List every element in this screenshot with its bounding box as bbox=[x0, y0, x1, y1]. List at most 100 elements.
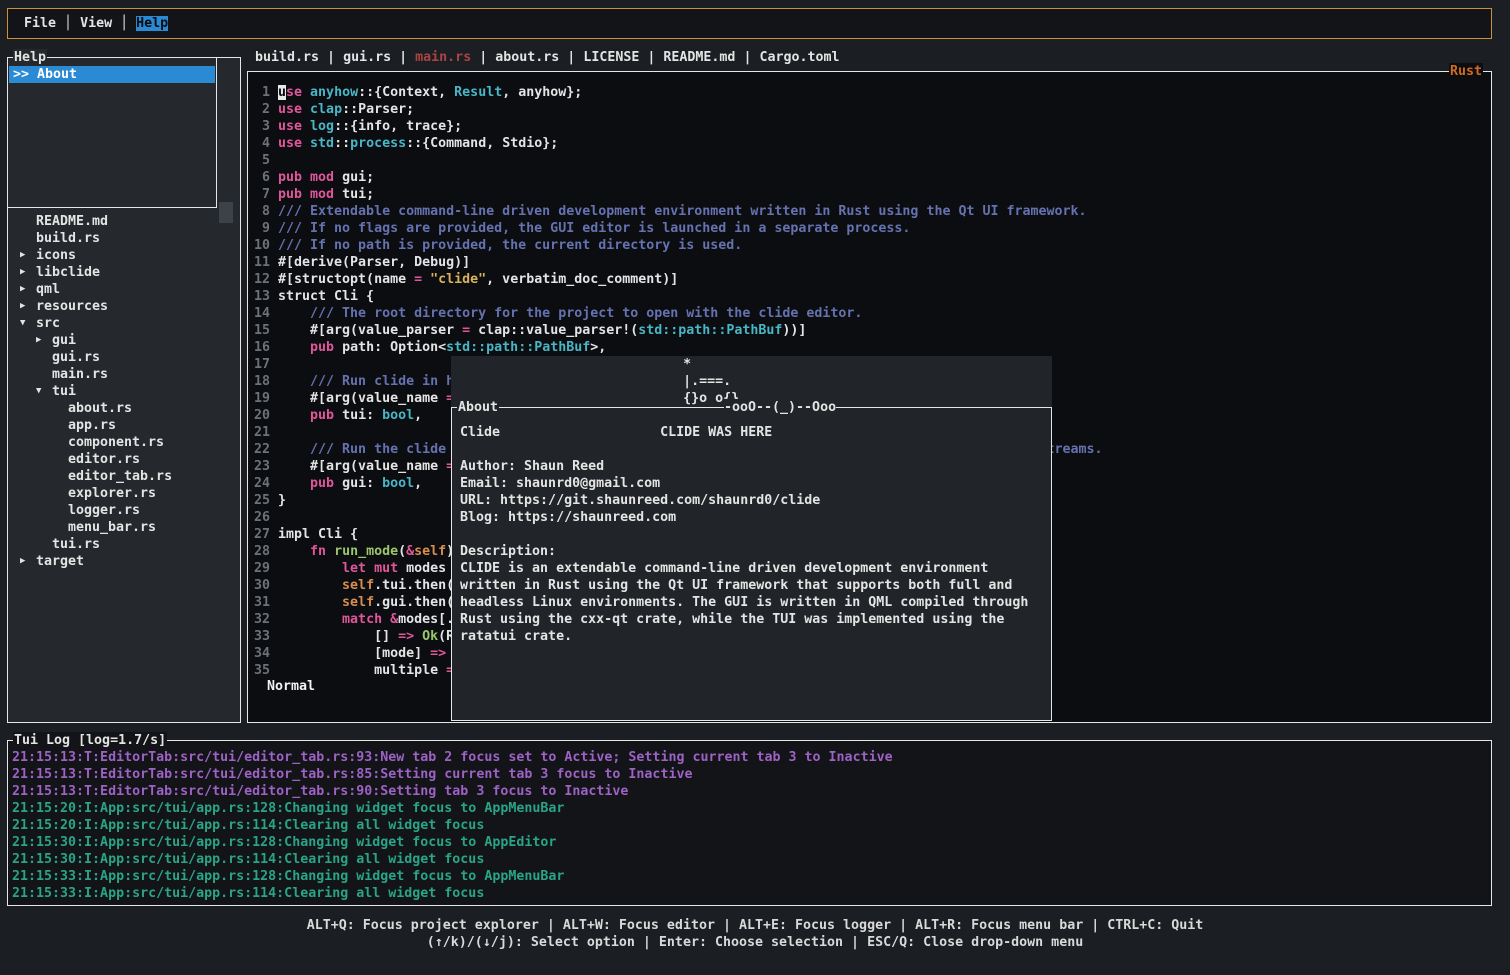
tree-item-explorer-rs[interactable]: explorer.rs bbox=[8, 485, 238, 502]
code-token: pub bbox=[310, 408, 334, 423]
code-token bbox=[302, 170, 310, 185]
code-token bbox=[302, 85, 310, 100]
code-token: path: Option< bbox=[334, 340, 446, 355]
tab-separator: | bbox=[391, 50, 415, 65]
line-number: 23 bbox=[249, 458, 270, 475]
line-number: 22 bbox=[249, 441, 270, 458]
tree-item-editor_tab-rs[interactable]: editor_tab.rs bbox=[8, 468, 238, 485]
code-line: 9/// If no flags are provided, the GUI e… bbox=[249, 220, 910, 237]
code-token: [] bbox=[278, 629, 398, 644]
about-popup-body: Clide CLIDE WAS HERE Author: Shaun Reed … bbox=[460, 424, 1028, 645]
tab-about-rs[interactable]: about.rs bbox=[495, 50, 559, 65]
tab-build-rs[interactable]: build.rs bbox=[255, 50, 319, 65]
tree-item-editor-rs[interactable]: editor.rs bbox=[8, 451, 238, 468]
tree-item-main-rs[interactable]: main.rs bbox=[8, 366, 238, 383]
tree-item-libclide[interactable]: ▶libclide bbox=[8, 264, 238, 281]
log-panel[interactable]: Tui Log [log=1.7/s] 21:15:13:T:EditorTab… bbox=[7, 740, 1492, 906]
chevron-right-icon: ▶ bbox=[20, 264, 36, 281]
code-token: run_mode bbox=[334, 544, 398, 559]
code-token: mod bbox=[310, 170, 334, 185]
tree-item-gui[interactable]: ▶gui bbox=[8, 332, 238, 349]
code-token: & bbox=[390, 612, 398, 627]
editor-tab-bar: build.rs | gui.rs | main.rs | about.rs |… bbox=[255, 49, 840, 66]
tree-item-src[interactable]: ▼src bbox=[8, 315, 238, 332]
code-token: Result bbox=[454, 85, 502, 100]
tree-item-tui-rs[interactable]: tui.rs bbox=[8, 536, 238, 553]
code-token: gui; bbox=[334, 170, 374, 185]
tree-item-build-rs[interactable]: build.rs bbox=[8, 230, 238, 247]
tab-main-rs[interactable]: main.rs bbox=[415, 50, 471, 65]
tree-item-label: editor_tab.rs bbox=[68, 469, 172, 484]
code-token bbox=[422, 272, 430, 287]
code-token: process bbox=[350, 136, 406, 151]
line-number: 11 bbox=[249, 254, 270, 271]
explorer-scrollbar-thumb[interactable] bbox=[219, 202, 233, 223]
code-line: 13struct Cli { bbox=[249, 288, 374, 305]
line-number: 6 bbox=[249, 169, 270, 186]
line-number: 16 bbox=[249, 339, 270, 356]
line-number: 19 bbox=[249, 390, 270, 407]
line-number: 26 bbox=[249, 509, 270, 526]
code-token: [mode] bbox=[278, 646, 430, 661]
code-line: 27impl Cli { bbox=[249, 526, 358, 543]
help-dropdown-title: Help bbox=[13, 49, 47, 66]
tab-README-md[interactable]: README.md bbox=[663, 50, 735, 65]
line-number: 7 bbox=[249, 186, 270, 203]
code-line: 11#[derive(Parser, Debug)] bbox=[249, 254, 470, 271]
tree-item-qml[interactable]: ▶qml bbox=[8, 281, 238, 298]
menu-item-view[interactable]: View bbox=[80, 16, 112, 31]
tree-item-label: libclide bbox=[36, 265, 100, 280]
code-line: 21 bbox=[249, 424, 278, 441]
code-token: tui: bbox=[334, 408, 382, 423]
menu-separator: │ bbox=[56, 16, 80, 31]
log-line: 21:15:33:I:App:src/tui/app.rs:114:Cleari… bbox=[12, 885, 893, 902]
code-line: 14 /// The root directory for the projec… bbox=[249, 305, 862, 322]
code-token: /// The root directory for the project t… bbox=[278, 306, 862, 321]
code-line: 6pub mod gui; bbox=[249, 169, 374, 186]
tree-item-icons[interactable]: ▶icons bbox=[8, 247, 238, 264]
line-number: 28 bbox=[249, 543, 270, 560]
log-line: 21:15:20:I:App:src/tui/app.rs:114:Cleari… bbox=[12, 817, 893, 834]
about-popup-box: About -ooO--(_)--Ooo Clide CLIDE WAS HER… bbox=[451, 407, 1052, 721]
line-number: 35 bbox=[249, 662, 270, 679]
line-number: 33 bbox=[249, 628, 270, 645]
help-dropdown-menu: Help >> About bbox=[7, 57, 217, 208]
dropdown-item-about[interactable]: >> About bbox=[9, 66, 215, 83]
code-token: ))] bbox=[782, 323, 806, 338]
tree-item-README-md[interactable]: README.md bbox=[8, 213, 238, 230]
code-token bbox=[278, 612, 342, 627]
code-token: => bbox=[430, 646, 446, 661]
tree-item-component-rs[interactable]: component.rs bbox=[8, 434, 238, 451]
code-token: self bbox=[414, 544, 446, 559]
tree-item-about-rs[interactable]: about.rs bbox=[8, 400, 238, 417]
keybinding-help-bar: ALT+Q: Focus project explorer | ALT+W: F… bbox=[0, 917, 1510, 951]
code-token: #[arg(value_name bbox=[278, 391, 446, 406]
tree-item-gui-rs[interactable]: gui.rs bbox=[8, 349, 238, 366]
code-token: , anyhow}; bbox=[502, 85, 582, 100]
tab-LICENSE[interactable]: LICENSE bbox=[583, 50, 639, 65]
code-token: bool bbox=[382, 476, 414, 491]
line-number: 17 bbox=[249, 356, 270, 373]
menu-item-help[interactable]: Help bbox=[136, 16, 168, 31]
tree-item-tui[interactable]: ▼tui bbox=[8, 383, 238, 400]
code-token: #[arg(value_parser bbox=[278, 323, 462, 338]
log-line: 21:15:13:T:EditorTab:src/tui/editor_tab.… bbox=[12, 766, 893, 783]
menu-item-file[interactable]: File bbox=[24, 16, 56, 31]
tree-item-app-rs[interactable]: app.rs bbox=[8, 417, 238, 434]
code-token bbox=[414, 629, 422, 644]
code-token: std::path::PathBuf bbox=[638, 323, 782, 338]
tree-item-resources[interactable]: ▶resources bbox=[8, 298, 238, 315]
tree-item-menu_bar-rs[interactable]: menu_bar.rs bbox=[8, 519, 238, 536]
code-token: gui: bbox=[334, 476, 382, 491]
line-number: 27 bbox=[249, 526, 270, 543]
line-number: 14 bbox=[249, 305, 270, 322]
line-number: 18 bbox=[249, 373, 270, 390]
tab-gui-rs[interactable]: gui.rs bbox=[343, 50, 391, 65]
tree-item-logger-rs[interactable]: logger.rs bbox=[8, 502, 238, 519]
code-token: fn bbox=[310, 544, 326, 559]
tab-Cargo-toml[interactable]: Cargo.toml bbox=[759, 50, 839, 65]
chevron-right-icon: ▶ bbox=[20, 247, 36, 264]
tree-item-target[interactable]: ▶target bbox=[8, 553, 238, 570]
code-token: , verbatim_doc_comment)] bbox=[486, 272, 678, 287]
chevron-right-icon: ▶ bbox=[20, 553, 36, 570]
